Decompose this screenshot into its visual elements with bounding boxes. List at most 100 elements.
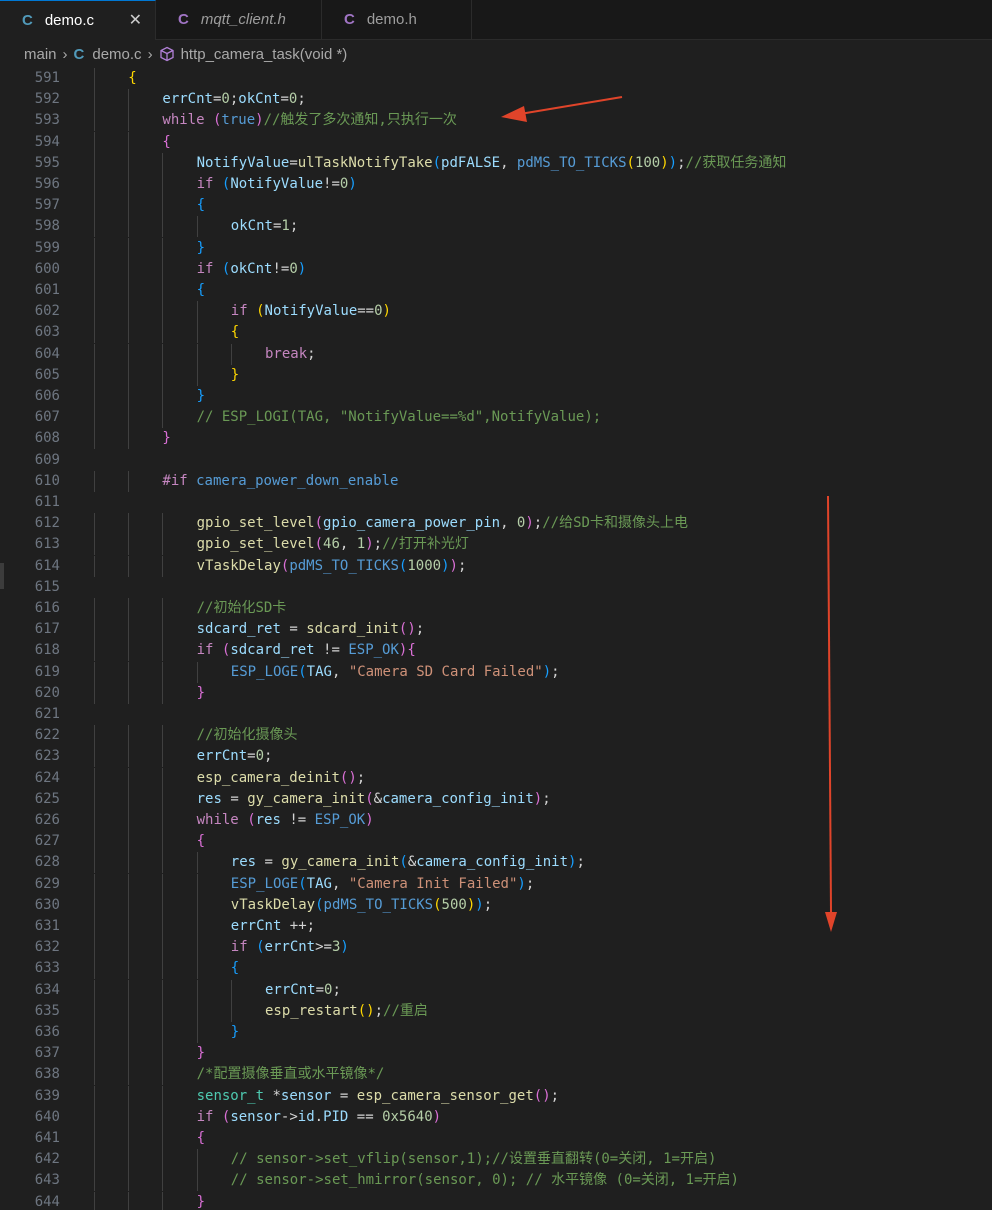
code-line[interactable]: 631 errCnt ++; [0,916,992,937]
code-line[interactable]: 636} [0,1022,992,1043]
code-line[interactable]: 617 sdcard_ret = sdcard_init(); [0,619,992,641]
line-number: 605 [34,366,60,383]
code-line[interactable]: 638 /*配置摄像垂直或水平镜像*/ [0,1064,992,1086]
indent-guide [162,661,164,683]
code-line[interactable]: 639 sensor_t *sensor = esp_camera_sensor_… [0,1085,992,1107]
indent-guide [94,280,95,301]
code-line[interactable]: 598 okCnt=1; [0,216,992,238]
code-line[interactable]: 599} [0,237,992,259]
code-line[interactable]: 612 gpio_set_level(gpio_camera_power_pin,… [0,513,992,535]
code-line[interactable]: 633 { [0,958,992,980]
code-text: errCnt=0; [265,980,341,1001]
code-line[interactable]: 635 esp_restart();//重启 [0,1000,992,1022]
code-line[interactable]: 604 break; [0,343,992,365]
code-line[interactable]: 593 while (true)//触发了多次通知,只执行一次 [0,110,992,132]
code-token: = [331,1087,357,1104]
indent-guide [128,725,130,747]
indent-guide [94,598,95,619]
code-line[interactable]: 597 { [0,195,992,217]
code-token: ) [340,939,349,956]
line-number: 621 [34,706,60,722]
code-line[interactable]: 644} [0,1191,992,1210]
indent-guide [162,894,164,916]
code-line[interactable]: 642 // sensor->set_vflip(sensor,1);//设置垂直… [0,1149,992,1171]
code-line[interactable]: 613 gpio_set_level(46, 1);//打开补光灯 [0,534,992,556]
code-line[interactable]: 603 { [0,322,992,344]
breadcrumb-folder[interactable]: main [24,46,57,63]
code-text: ESP_LOGE(TAG, "Camera Init Failed"); [231,874,534,895]
code-line[interactable]: 596 if (NotifyValue!=0) [0,174,992,195]
code-line[interactable]: 591 { [0,68,992,89]
code-text: errCnt=0;okCnt=0; [162,89,305,110]
indent-guide [94,873,95,895]
code-line[interactable]: 637} [0,1043,992,1065]
code-line[interactable]: 641 { [0,1128,992,1149]
code-token: while [196,812,239,828]
code-line[interactable]: 622 //初始化摄像头 [0,725,992,747]
code-line[interactable]: 632 if (errCnt>=3) [0,937,992,959]
code-line[interactable]: 640 if (sensor->id.PID == 0x5640) [0,1106,992,1128]
indent-guide [94,1085,95,1107]
line-number: 603 [34,324,60,341]
code-line[interactable]: 607 // ESP_LOGI(TAG, "NotifyValue==%d",No… [0,407,992,429]
code-line[interactable]: 602 if (NotifyValue==0) [0,301,992,323]
code-text: ESP_LOGE(TAG, "Camera SD Card Failed"); [231,662,560,683]
code-line[interactable]: 624 esp_camera_deinit(); [0,767,992,789]
code-token: ; [415,621,425,638]
code-token: ) [255,112,264,129]
code-text: while (true)//触发了多次通知,只执行一次 [162,110,456,131]
code-line[interactable]: 629 ESP_LOGE(TAG, "Camera Init Failed"); [0,873,992,895]
code-line[interactable]: 611 [0,492,992,513]
code-token: if [196,1108,214,1125]
breadcrumb-symbol[interactable]: http_camera_task(void *) [181,46,348,63]
code-token: = [221,790,248,807]
code-line[interactable]: 625 res = gy_camera_init(&camera_config_i… [0,788,992,810]
code-line[interactable]: 594 { [0,131,992,153]
code-line[interactable]: 606} [0,386,992,407]
code-line[interactable]: 621 [0,704,992,725]
indent-guide [162,1064,164,1086]
indent-guide [128,979,130,1001]
close-icon[interactable]: ✕ [129,10,142,30]
code-line[interactable]: 643 // sensor->set_hmirror(sensor, 0); //… [0,1170,992,1192]
code-line[interactable]: 634 errCnt=0; [0,979,992,1001]
line-number: 611 [34,494,60,510]
code-line[interactable]: 618 if (sdcard_ret != ESP_OK){ [0,640,992,662]
code-line[interactable]: 609 [0,450,992,471]
indent-guide [162,216,164,238]
indent-guide [94,152,95,174]
code-line[interactable]: 610 #if camera_power_down_enable [0,470,992,492]
code-line[interactable]: 614 vTaskDelay(pdMS_TO_TICKS(1000)); [0,555,992,577]
code-line[interactable]: 626 while (res != ESP_OK) [0,810,992,831]
code-line[interactable]: 595 NotifyValue=ulTaskNotifyTake(pdFALSE,… [0,152,992,174]
code-token: ; [542,790,551,807]
code-line[interactable]: 616 //初始化SD卡 [0,598,992,619]
code-line[interactable]: 627 { [0,831,992,853]
code-line[interactable]: 608} [0,428,992,450]
code-line[interactable]: 601 { [0,280,992,301]
tab-demo-c[interactable]: C demo.c ✕ [0,0,156,40]
code-line[interactable]: 615 [0,577,992,598]
code-line[interactable]: 619 ESP_LOGE(TAG, "Camera SD Card Failed"… [0,661,992,683]
code-token: gpio_set_level [196,536,315,553]
code-text: gpio_set_level(46, 1);//打开补光灯 [197,534,469,555]
code-token: res [196,790,222,807]
code-token: pdMS_TO_TICKS [323,896,434,913]
code-line[interactable]: 605} [0,364,992,386]
code-token: break [265,345,308,362]
tab-mqtt-client-h[interactable]: C mqtt_client.h [156,0,322,39]
indent-guide [196,852,198,874]
code-line[interactable]: 628 res = gy_camera_init(&camera_config_i… [0,852,992,874]
indent-guide [162,343,164,365]
breadcrumb-file[interactable]: demo.c [92,46,141,63]
code-line[interactable]: 592 errCnt=0;okCnt=0; [0,89,992,111]
line-number: 600 [34,260,60,277]
code-line[interactable]: 623 errCnt=0; [0,746,992,768]
code-line[interactable]: 620} [0,682,992,704]
code-text: #if camera_power_down_enable [162,471,398,492]
code-line[interactable]: 630 vTaskDelay(pdMS_TO_TICKS(500)); [0,894,992,916]
tab-demo-h[interactable]: C demo.h [322,0,472,39]
code-editor[interactable]: 591{592 errCnt=0;okCnt=0; 593 while (true)/… [0,68,992,1210]
code-line[interactable]: 600 if (okCnt!=0) [0,258,992,280]
